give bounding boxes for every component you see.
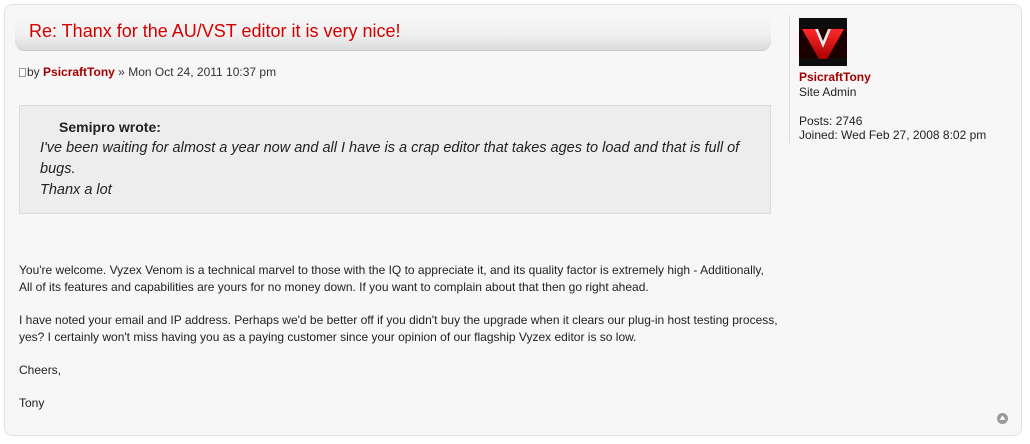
byline-author-link[interactable]: PsicraftTony (43, 65, 115, 79)
post-content: You're welcome. Vyzex Venom is a technic… (19, 262, 779, 428)
byline-separator: » (118, 65, 125, 79)
quote-body: I've been waiting for almost a year now … (40, 138, 750, 201)
post-date: Mon Oct 24, 2011 10:37 pm (128, 65, 277, 79)
quote-line: Thanx a lot (40, 182, 112, 198)
quote-line: I've been waiting for almost a year now … (40, 140, 740, 177)
joined-date: Wed Feb 27, 2008 8:02 pm (841, 128, 987, 142)
byline-prefix: by (27, 65, 40, 79)
post-title-bar: Re: Thanx for the AU/VST editor it is ve… (15, 13, 771, 51)
red-v-logo-icon (799, 18, 847, 66)
content-paragraph: Cheers, (19, 363, 62, 377)
author-profile: PsicraftTony Site Admin Posts: 2746 Join… (789, 15, 1010, 143)
posts-count: 2746 (835, 114, 863, 128)
quote-block: Semipro wrote: I've been waiting for alm… (19, 105, 771, 214)
profile-posts: Posts: 2746 (799, 114, 862, 128)
quote-cite: Semipro wrote: (59, 119, 161, 135)
document-icon[interactable] (19, 68, 26, 77)
post-title[interactable]: Re: Thanx for the AU/VST editor it is ve… (29, 21, 401, 42)
content-paragraph: You're welcome. Vyzex Venom is a technic… (19, 263, 764, 294)
avatar (799, 18, 847, 66)
profile-joined: Joined: Wed Feb 27, 2008 8:02 pm (799, 128, 986, 142)
arrow-up-circle-icon[interactable] (997, 413, 1008, 424)
profile-rank: Site Admin (799, 85, 857, 99)
joined-label: Joined: (799, 128, 838, 142)
profile-username-link[interactable]: PsicraftTony (799, 70, 871, 84)
content-paragraph: I have noted your email and IP address. … (19, 313, 778, 344)
content-paragraph: Tony (19, 396, 45, 410)
post-container: Re: Thanx for the AU/VST editor it is ve… (4, 4, 1022, 436)
posts-label: Posts: (799, 114, 833, 128)
post-byline: by PsicraftTony » Mon Oct 24, 2011 10:37… (19, 65, 276, 79)
